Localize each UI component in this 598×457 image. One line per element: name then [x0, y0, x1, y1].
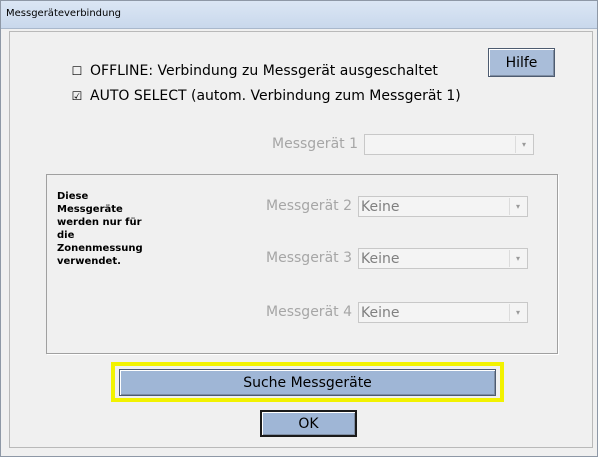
offline-option[interactable]: ☐ OFFLINE: Verbindung zu Messgerät ausge…: [70, 63, 438, 79]
dialog-window: Messgeräteverbindung ☐ OFFLINE: Verbindu…: [0, 0, 598, 457]
zone-note-line: Messgeräte: [57, 204, 123, 215]
chevron-down-icon[interactable]: ▾: [509, 198, 526, 215]
zone-note-line: werden nur für: [57, 217, 142, 228]
zone-note: Diese Messgeräte werden nur für die Zone…: [57, 190, 157, 268]
device2-value: Keine: [361, 199, 400, 215]
device4-select[interactable]: Keine ▾: [358, 302, 528, 323]
offline-checkbox[interactable]: ☐: [70, 64, 84, 78]
device1-select[interactable]: ▾: [364, 134, 534, 155]
offline-label: OFFLINE: Verbindung zu Messgerät ausgesc…: [90, 63, 438, 79]
device4-value: Keine: [361, 305, 400, 321]
device1-label: Messgerät 1: [272, 136, 358, 152]
zone-note-line: Zonenmessung: [57, 243, 143, 254]
title-bar[interactable]: Messgeräteverbindung: [1, 1, 597, 29]
device2-select[interactable]: Keine ▾: [358, 196, 528, 217]
device2-label: Messgerät 2: [266, 198, 352, 214]
chevron-down-icon[interactable]: ▾: [515, 136, 532, 153]
window-title: Messgeräteverbindung: [6, 8, 122, 19]
auto-select-option[interactable]: ☑ AUTO SELECT (autom. Verbindung zum Mes…: [70, 88, 461, 104]
device3-value: Keine: [361, 251, 400, 267]
zone-note-line: verwendet.: [57, 256, 121, 267]
dialog-content: ☐ OFFLINE: Verbindung zu Messgerät ausge…: [9, 31, 593, 448]
device3-select[interactable]: Keine ▾: [358, 248, 528, 269]
auto-select-checkbox[interactable]: ☑: [70, 89, 84, 103]
auto-select-label: AUTO SELECT (autom. Verbindung zum Messg…: [90, 88, 461, 104]
device4-label: Messgerät 4: [266, 304, 352, 320]
zone-note-line: die: [57, 230, 75, 241]
zone-note-line: Diese: [57, 191, 89, 202]
search-button-highlight: Suche Messgeräte: [111, 362, 504, 402]
device3-label: Messgerät 3: [266, 250, 352, 266]
search-devices-button[interactable]: Suche Messgeräte: [119, 369, 496, 396]
ok-button[interactable]: OK: [260, 410, 357, 437]
chevron-down-icon[interactable]: ▾: [509, 250, 526, 267]
help-button[interactable]: Hilfe: [488, 48, 555, 77]
chevron-down-icon[interactable]: ▾: [509, 304, 526, 321]
